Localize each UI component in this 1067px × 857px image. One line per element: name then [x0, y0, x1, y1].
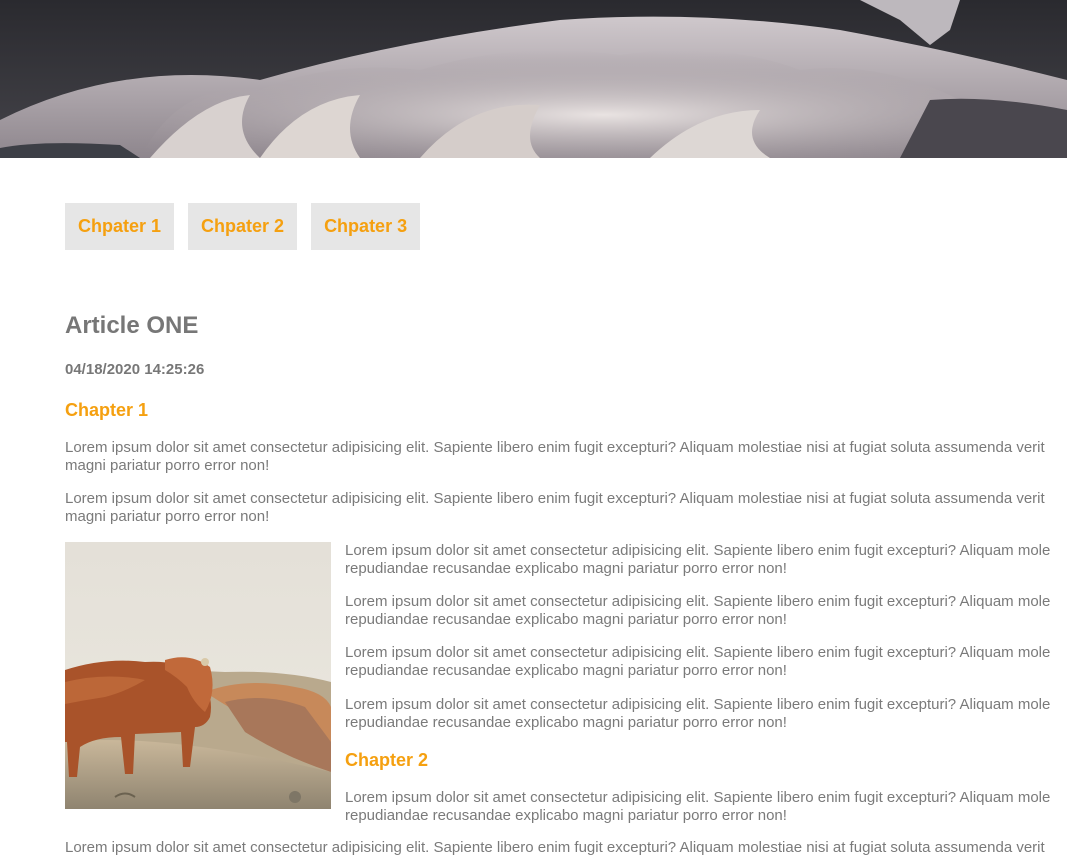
side-paragraph-3: Lorem ipsum dolor sit amet consectetur a… — [345, 644, 1067, 680]
article-title: Article ONE — [65, 312, 199, 339]
paragraph-line: Lorem ipsum dolor sit amet consectetur a… — [65, 490, 1045, 507]
nav-chapter-3-button[interactable]: Chpater 3 — [311, 203, 421, 250]
hero-image — [0, 0, 1067, 158]
paragraph-line: repudiandae recusandae explicabo magni p… — [345, 560, 787, 577]
chapter-1-paragraph-1: Lorem ipsum dolor sit amet consectetur a… — [65, 439, 1067, 475]
chapter-1-paragraph-2: Lorem ipsum dolor sit amet consectetur a… — [65, 490, 1067, 526]
paragraph-line: repudiandae recusandae explicabo magni p… — [345, 807, 787, 824]
nav-chapter-2-button[interactable]: Chpater 2 — [188, 203, 298, 250]
chapter-2-paragraph-2: Lorem ipsum dolor sit amet consectetur a… — [65, 839, 1067, 857]
side-paragraph-2: Lorem ipsum dolor sit amet consectetur a… — [345, 593, 1067, 629]
nav-chapter-1-button[interactable]: Chpater 1 — [65, 203, 175, 250]
highland-cow-image — [65, 542, 331, 809]
hero-banner — [0, 0, 1067, 158]
chapter-nav: Chpater 1 Chpater 2 Chpater 3 — [65, 203, 421, 250]
chapter-1-heading: Chapter 1 — [65, 400, 149, 420]
article-date: 04/18/2020 14:25:26 — [65, 361, 205, 378]
chapter-2-paragraph-1: Lorem ipsum dolor sit amet consectetur a… — [345, 789, 1067, 825]
paragraph-line: Lorem ipsum dolor sit amet consectetur a… — [65, 439, 1045, 456]
paragraph-line: magni pariatur porro error non! — [65, 508, 270, 525]
chapter-2-heading: Chapter 2 — [345, 750, 429, 770]
paragraph-line: Lorem ipsum dolor sit amet consectetur a… — [345, 542, 1051, 559]
paragraph-line: Lorem ipsum dolor sit amet consectetur a… — [345, 696, 1051, 713]
paragraph-line: Lorem ipsum dolor sit amet consectetur a… — [345, 789, 1051, 806]
side-paragraph-4: Lorem ipsum dolor sit amet consectetur a… — [345, 696, 1067, 732]
paragraph-line: repudiandae recusandae explicabo magni p… — [345, 662, 787, 679]
paragraph-line: Lorem ipsum dolor sit amet consectetur a… — [345, 593, 1051, 610]
paragraph-line: repudiandae recusandae explicabo magni p… — [345, 714, 787, 731]
paragraph-line: Lorem ipsum dolor sit amet consectetur a… — [345, 644, 1051, 661]
side-paragraph-1: Lorem ipsum dolor sit amet consectetur a… — [345, 542, 1067, 578]
paragraph-line: magni pariatur porro error non! — [65, 457, 270, 474]
paragraph-line: repudiandae recusandae explicabo magni p… — [345, 611, 787, 628]
paragraph-line: Lorem ipsum dolor sit amet consectetur a… — [65, 839, 1045, 856]
